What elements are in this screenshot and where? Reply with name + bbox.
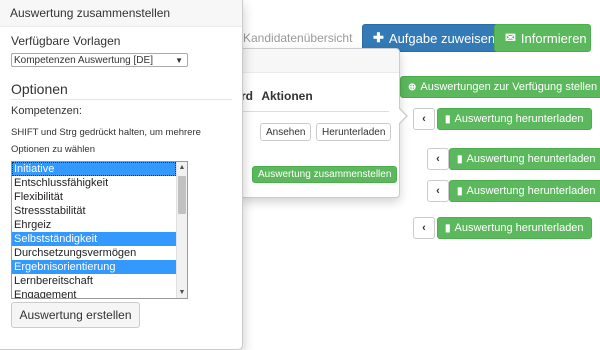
download-evaluation-label: Auswertung herunterladen: [466, 185, 596, 197]
competencies-listbox[interactable]: Initiative Entschlussfähigkeit Flexibilitä…: [11, 161, 188, 299]
download-evaluation-button[interactable]: ▮ Auswertung herunterladen: [449, 180, 600, 202]
collapse-toggle-button[interactable]: ‹: [413, 217, 435, 239]
file-icon: ▮: [445, 113, 451, 125]
chevron-left-icon: ‹: [436, 153, 440, 165]
scrollbar-thumb[interactable]: [178, 176, 186, 214]
dialog-title: Auswertung zusammenstellen: [0, 0, 242, 27]
competencies-label: Kompetenzen:: [11, 105, 82, 117]
listbox-option[interactable]: Engagement: [12, 288, 176, 298]
listbox-option[interactable]: Lernbereitschaft: [12, 274, 176, 288]
download-button[interactable]: Herunterladen: [316, 123, 392, 141]
download-evaluation-label: Auswertung herunterladen: [466, 153, 596, 165]
compose-evaluation-button[interactable]: Auswertung zusammenstellen: [252, 166, 398, 183]
scroll-up-icon[interactable]: ▲: [177, 162, 187, 173]
file-icon: ▮: [457, 185, 463, 197]
table-header: rd Aktionen: [241, 89, 313, 103]
collapse-toggle-button[interactable]: ‹: [427, 148, 449, 170]
envelope-icon: ✉: [505, 30, 516, 45]
view-button[interactable]: Ansehen: [260, 123, 312, 141]
assign-task-label: Aufgabe zuweisen: [388, 30, 496, 46]
download-evaluation-label: Auswertung herunterladen: [454, 222, 584, 234]
template-select-value: Kompetenzen Auswertung [DE]: [14, 54, 153, 66]
download-evaluation-button[interactable]: ▮ Auswertung herunterladen: [449, 148, 600, 170]
listbox-option[interactable]: Flexibilität: [12, 190, 176, 204]
listbox-option[interactable]: Ergebnisorientierung: [12, 260, 176, 274]
chevron-left-icon: ‹: [436, 185, 440, 197]
listbox-option[interactable]: Durchsetzungsvermögen: [12, 246, 176, 260]
listbox-option[interactable]: Ehrgeiz: [12, 218, 176, 232]
multi-select-help-text: SHIFT und Strg gedrückt halten, um mehre…: [11, 127, 201, 155]
chevron-left-icon: ‹: [422, 113, 426, 125]
listbox-option[interactable]: Entschlussfähigkeit: [12, 176, 176, 190]
collapse-toggle-button[interactable]: ‹: [413, 108, 435, 130]
chevron-left-icon: ‹: [422, 222, 426, 234]
popover-header: [241, 49, 399, 73]
scroll-down-icon[interactable]: ▼: [177, 287, 187, 298]
options-divider: [11, 99, 232, 100]
file-icon: ▮: [445, 222, 451, 234]
dropdown-arrow-icon: ▼: [175, 55, 183, 65]
compose-evaluation-dialog: Auswertung zusammenstellen Verfügbare Vo…: [0, 0, 243, 350]
options-heading: Optionen: [11, 81, 68, 97]
listbox-option[interactable]: Stressstabilität: [12, 204, 176, 218]
column-header-actions: Aktionen: [261, 89, 313, 103]
template-select[interactable]: Kompetenzen Auswertung [DE] ▼: [11, 53, 188, 67]
tab-kandidatenuebersicht[interactable]: Kandidatenübersicht: [243, 31, 352, 45]
inform-label: Informieren: [520, 30, 587, 46]
inform-button[interactable]: ✉ Informieren: [494, 24, 591, 52]
table-divider: [241, 111, 389, 112]
plus-icon: ✚: [373, 30, 384, 45]
listbox-scrollbar[interactable]: ▲ ▼: [176, 162, 187, 298]
download-evaluation-button[interactable]: ▮ Auswertung herunterladen: [437, 217, 592, 239]
create-evaluation-button[interactable]: Auswertung erstellen: [11, 302, 140, 328]
provide-evaluations-button[interactable]: ⊕ Auswertungen zur Verfügung stellen: [400, 76, 600, 98]
listbox-option[interactable]: Initiative: [12, 162, 176, 176]
evaluations-popover: rd Aktionen Ansehen Herunterladen Auswer…: [232, 48, 408, 198]
competencies-list: Initiative Entschlussfähigkeit Flexibilitä…: [12, 162, 176, 298]
popover-arrow: [398, 107, 408, 125]
collapse-toggle-button[interactable]: ‹: [427, 180, 449, 202]
circle-arrow-up-icon: ⊕: [408, 81, 417, 93]
download-evaluation-label: Auswertung herunterladen: [454, 113, 584, 125]
listbox-option[interactable]: Selbstständigkeit: [12, 232, 176, 246]
download-evaluation-button[interactable]: ▮ Auswertung herunterladen: [437, 108, 592, 130]
provide-evaluations-label: Auswertungen zur Verfügung stellen: [420, 81, 598, 93]
templates-label: Verfügbare Vorlagen: [11, 34, 121, 48]
file-icon: ▮: [457, 153, 463, 165]
